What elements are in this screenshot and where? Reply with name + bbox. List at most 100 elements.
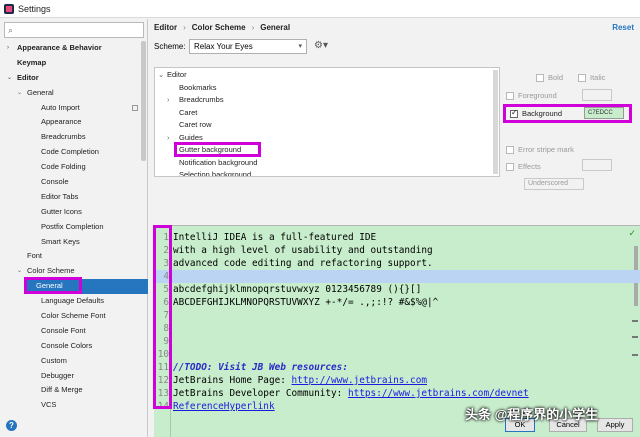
scheme-label: Scheme: bbox=[154, 42, 186, 51]
color-option-item[interactable]: Editor bbox=[167, 70, 187, 79]
code-hyperlink[interactable]: http://www.jetbrains.com bbox=[292, 375, 427, 386]
sidebar-item-label: Smart Keys bbox=[41, 236, 80, 246]
foreground-checkbox[interactable] bbox=[506, 91, 514, 100]
options-scrollbar[interactable] bbox=[493, 70, 498, 174]
code-text: JetBrains Home Page: bbox=[173, 375, 292, 386]
sidebar-item[interactable]: Language Defaults bbox=[0, 294, 148, 309]
sidebar-item[interactable]: Keymap bbox=[0, 56, 148, 71]
code-line: 4 bbox=[154, 270, 640, 283]
code-text: IntelliJ IDEA is a full-featured IDE bbox=[173, 232, 377, 243]
line-number: 10 bbox=[157, 349, 169, 360]
background-checkbox[interactable] bbox=[510, 108, 518, 118]
color-option-item[interactable]: Caret bbox=[179, 108, 197, 117]
sidebar-item[interactable]: General bbox=[24, 279, 148, 295]
italic-checkbox[interactable] bbox=[578, 73, 586, 82]
sidebar-item[interactable]: ⌄ Color Scheme bbox=[0, 264, 148, 279]
breadcrumb-separator: › bbox=[251, 23, 255, 32]
color-option-item[interactable]: Guides bbox=[179, 133, 203, 142]
sidebar-item-label: Auto Import bbox=[41, 102, 80, 112]
color-option-item[interactable]: Bookmarks bbox=[179, 83, 217, 92]
code-line: 3 advanced code editing and refactoring s… bbox=[154, 257, 640, 270]
sidebar-item[interactable]: ⌄ Editor bbox=[0, 71, 148, 86]
color-option-item[interactable]: Breadcrumbs bbox=[179, 95, 224, 104]
line-number: 7 bbox=[163, 310, 169, 321]
sidebar-item[interactable]: Code Folding bbox=[0, 160, 148, 175]
line-number: 8 bbox=[163, 323, 169, 334]
settings-tree: › Appearance & Behavior Keymap ⌄ Editor ⌄ Gene… bbox=[0, 41, 148, 413]
code-line: 10 bbox=[154, 348, 640, 361]
sidebar-item-label: Code Completion bbox=[41, 147, 99, 157]
window-title: Settings bbox=[18, 3, 51, 14]
sidebar-item[interactable]: Gutter Icons bbox=[0, 205, 148, 220]
help-icon[interactable]: ? bbox=[6, 420, 17, 431]
color-option-item[interactable]: Caret row bbox=[179, 120, 212, 129]
italic-option[interactable]: Italic bbox=[578, 73, 605, 82]
code-hyperlink[interactable]: ReferenceHyperlink bbox=[173, 401, 275, 412]
background-color-swatch[interactable]: C7EDCC bbox=[584, 107, 624, 119]
sidebar-item[interactable]: Console Colors bbox=[0, 339, 148, 354]
chevron-down-icon[interactable]: ⌄ bbox=[17, 86, 22, 101]
effects-checkbox[interactable] bbox=[506, 162, 514, 171]
code-text: abcdefghijklmnopqrstuvwxyz 0123456789 ()… bbox=[173, 284, 422, 295]
chevron-right-icon[interactable]: › bbox=[7, 41, 9, 56]
code-line: 11 //TODO: Visit JB Web resources: bbox=[154, 361, 640, 374]
chevron-right-icon[interactable]: › bbox=[167, 133, 170, 142]
settings-search-field[interactable]: ⌕ bbox=[4, 22, 144, 38]
scheme-dropdown[interactable]: Relax Your Eyes ▾ bbox=[189, 39, 307, 54]
sidebar-item[interactable]: Font bbox=[0, 249, 148, 264]
effects-option[interactable]: Effects bbox=[506, 162, 541, 171]
sidebar-item-label: Font bbox=[27, 251, 43, 261]
line-number: 9 bbox=[163, 336, 169, 347]
bold-checkbox[interactable] bbox=[536, 73, 544, 82]
sidebar-item[interactable]: Color Scheme Font bbox=[0, 309, 148, 324]
effects-type-dropdown[interactable]: Underscored bbox=[524, 178, 584, 190]
reset-link[interactable]: Reset bbox=[612, 23, 634, 32]
bold-label: Bold bbox=[548, 73, 564, 82]
error-stripe-checkbox[interactable] bbox=[506, 145, 514, 154]
sidebar-item[interactable]: Diff & Merge bbox=[0, 383, 148, 398]
sidebar-item[interactable]: › Appearance & Behavior bbox=[0, 41, 148, 56]
line-number: 6 bbox=[163, 297, 169, 308]
apply-button[interactable]: Apply bbox=[597, 418, 633, 432]
color-option-item[interactable]: Notification background bbox=[179, 158, 257, 167]
chevron-down-icon[interactable]: ⌄ bbox=[7, 71, 12, 86]
line-number: 5 bbox=[163, 284, 169, 295]
sidebar-item[interactable]: Breadcrumbs bbox=[0, 130, 148, 145]
color-option-item[interactable]: Gutter background bbox=[179, 145, 241, 154]
sidebar-item[interactable]: Console Font bbox=[0, 324, 148, 339]
sidebar-item-label: Editor Tabs bbox=[41, 191, 79, 201]
foreground-option[interactable]: Foreground bbox=[506, 91, 557, 100]
sidebar-item-label: Custom bbox=[41, 355, 67, 365]
sidebar-item[interactable]: Console bbox=[0, 175, 148, 190]
background-option[interactable]: Background bbox=[510, 108, 563, 118]
sidebar-item[interactable]: Debugger bbox=[0, 369, 148, 384]
sidebar-scrollbar[interactable] bbox=[141, 41, 146, 161]
settings-sidebar: ⌕ › Appearance & Behavior Keymap ⌄ Editor ⌄ Ge… bbox=[0, 19, 148, 437]
error-stripe-option[interactable]: Error stripe mark bbox=[506, 145, 574, 154]
gear-icon[interactable]: ⚙▾ bbox=[314, 40, 328, 51]
sidebar-item-label: Breadcrumbs bbox=[41, 132, 86, 142]
bold-option[interactable]: Bold bbox=[536, 73, 563, 82]
sidebar-item[interactable]: Appearance bbox=[0, 115, 148, 130]
sidebar-item[interactable]: Code Completion bbox=[0, 145, 148, 160]
chevron-down-icon[interactable]: ⌄ bbox=[158, 70, 164, 79]
chevron-down-icon[interactable]: ⌄ bbox=[17, 264, 22, 279]
sidebar-item[interactable]: ⌄ General bbox=[0, 86, 148, 101]
sidebar-item-label: Gutter Icons bbox=[41, 206, 82, 216]
copy-icon bbox=[132, 104, 138, 111]
effects-label: Effects bbox=[518, 162, 541, 171]
sidebar-item[interactable]: Auto Import bbox=[0, 101, 148, 116]
code-hyperlink[interactable]: https://www.jetbrains.com/devnet bbox=[348, 388, 529, 399]
error-stripe-label: Error stripe mark bbox=[518, 145, 574, 154]
sidebar-item[interactable]: Smart Keys bbox=[0, 235, 148, 250]
sidebar-item[interactable]: Custom bbox=[0, 354, 148, 369]
line-number: 3 bbox=[163, 258, 169, 269]
color-option-item[interactable]: Selection background bbox=[179, 170, 251, 176]
sidebar-item[interactable]: Postfix Completion bbox=[0, 220, 148, 235]
foreground-color-swatch[interactable] bbox=[582, 89, 612, 101]
sidebar-item[interactable]: Editor Tabs bbox=[0, 190, 148, 205]
effects-color-swatch[interactable] bbox=[582, 159, 612, 171]
chevron-right-icon[interactable]: › bbox=[167, 95, 170, 104]
sidebar-item[interactable]: VCS bbox=[0, 398, 148, 413]
background-label: Background bbox=[522, 109, 563, 118]
